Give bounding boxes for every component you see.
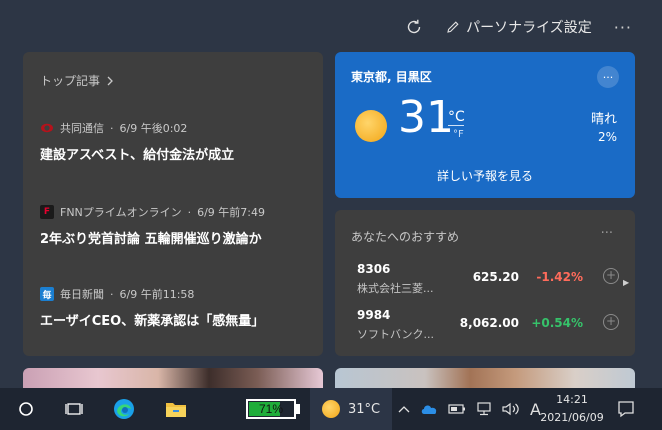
stock-code: 9984 [357,308,391,322]
weather-location: 東京都, 目黒区 [351,70,432,84]
stock-name: ソフトバンク... [357,328,435,341]
battery-tray-button[interactable] [448,403,466,415]
detailed-forecast-link[interactable]: 詳しい予報を見る [335,167,635,184]
battery-terminal [296,404,300,414]
stock-price: 625.20 [472,270,519,284]
taskbar-clock[interactable]: 14:21 2021/06/09 [536,391,608,427]
recommendations-more-button[interactable]: ··· [601,226,613,241]
task-view-button[interactable] [52,388,98,430]
personalize-label: パーソナライズ設定 [466,20,592,36]
stock-row[interactable]: 9984 ソフトバンク... 8,062.00 +0.54% + [357,308,619,346]
edge-icon [114,399,134,419]
chevron-right-icon [107,76,113,85]
notification-icon [618,401,634,418]
top-stories-header[interactable]: トップ記事 [40,72,114,89]
show-hidden-icons-button[interactable] [398,404,410,414]
sunny-icon [355,110,387,142]
news-source: 共同通信 [60,122,104,135]
top-stories-title: トップ記事 [40,74,101,88]
refresh-icon [407,19,421,34]
news-item[interactable]: F FNNプライムオンライン · 6/9 午前7:49 2年ぶり党首討論 五輪開… [40,204,310,247]
add-stock-button[interactable]: + [603,268,619,284]
onedrive-button[interactable] [420,403,438,415]
pencil-icon [447,21,459,33]
more-options-button[interactable]: ··· [614,18,632,37]
edge-button[interactable] [98,388,150,430]
unit-divider [448,125,464,126]
weather-condition: 晴れ [590,112,617,127]
taskbar-weather-button[interactable]: 31°C [310,388,392,430]
system-tray: A [398,388,541,430]
search-button[interactable] [0,388,52,430]
top-stories-card: トップ記事 共同通信 · 6/9 午後0:02 建設アスベスト、給付金法が成立 … [23,52,323,356]
file-explorer-button[interactable] [150,388,202,430]
news-source: FNNプライムオンライン [60,206,182,219]
news-thumbnail[interactable] [335,368,635,388]
stock-change: -1.42% [536,270,583,284]
news-item[interactable]: 共同通信 · 6/9 午後0:02 建設アスベスト、給付金法が成立 [40,120,310,163]
news-time: 6/9 午後0:02 [119,122,188,135]
speaker-icon [502,402,519,416]
news-thumbnail[interactable] [23,368,323,388]
news-title: 2年ぶり党首討論 五輪開催巡り激論か [40,232,262,247]
task-view-icon [65,403,83,415]
news-item[interactable]: 毎 毎日新聞 · 6/9 午前11:58 エーザイCEO、新薬承認は「感無量」 [40,286,310,329]
news-time: 6/9 午前7:49 [197,206,265,219]
add-stock-button[interactable]: + [603,314,619,330]
sunny-icon [322,400,340,418]
fahrenheit-toggle[interactable]: °F [453,129,464,140]
battery-percentage: 71% [258,402,284,416]
news-title: エーザイCEO、新薬承認は「感無量」 [40,314,265,329]
weather-temperature: 31 [398,92,454,143]
stock-name: 株式会社三菱... [357,282,434,295]
circle-search-icon [19,402,33,416]
fnn-logo-icon: F [40,205,54,219]
clock-date: 2021/06/09 [540,411,604,424]
weather-precipitation: 2% [597,130,617,144]
news-source: 毎日新聞 [60,288,104,301]
notification-center-button[interactable] [614,397,638,421]
mainichi-logo-icon: 毎 [40,287,54,301]
celsius-toggle[interactable]: °C [448,109,465,125]
weather-card[interactable]: 東京都, 目黒区 ··· 31 °C °F 晴れ 2% 詳しい予報を見る [335,52,635,198]
battery-charging-icon [448,404,465,414]
news-title: 建設アスベスト、給付金法が成立 [40,148,235,163]
widgets-topbar: パーソナライズ設定 ··· [404,14,632,40]
taskbar-temperature: 31°C [348,401,381,417]
refresh-button[interactable] [404,17,424,37]
stock-change: +0.54% [531,316,583,330]
volume-button[interactable] [502,402,520,416]
network-button[interactable] [476,402,492,416]
news-time: 6/9 午前11:58 [119,288,195,301]
cloud-icon [421,405,437,414]
folder-icon [166,403,186,417]
next-card-arrow-icon[interactable]: ▶ [623,278,629,287]
stock-row[interactable]: 8306 株式会社三菱... 625.20 -1.42% + [357,262,619,300]
stock-code: 8306 [357,262,391,276]
stock-price: 8,062.00 [459,316,519,330]
widgets-panel: パーソナライズ設定 ··· トップ記事 共同通信 · 6/9 午後0:02 建設… [0,0,662,388]
battery-indicator[interactable]: 71% [246,399,296,419]
kyodo-logo-icon [40,121,54,135]
chevron-up-icon [398,406,410,413]
weather-more-button[interactable]: ··· [597,66,619,88]
personalize-button[interactable]: パーソナライズ設定 [446,17,592,37]
recommendations-header: あなたへのおすすめ [351,230,460,244]
recommendations-card: あなたへのおすすめ ··· 8306 株式会社三菱... 625.20 -1.4… [335,210,635,356]
clock-time: 14:21 [556,393,588,406]
network-icon [477,402,491,416]
